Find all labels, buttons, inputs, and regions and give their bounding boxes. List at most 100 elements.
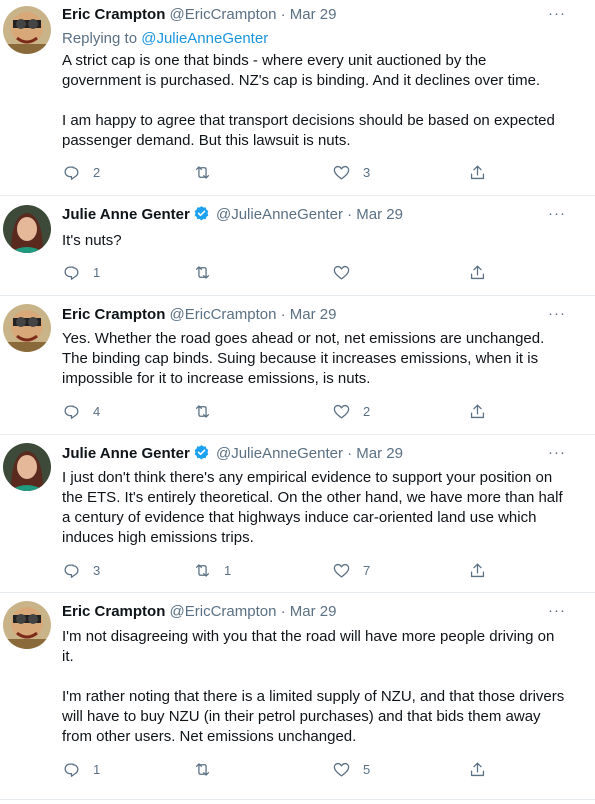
reply-icon [64,165,79,180]
separator: · [280,6,286,23]
verified-badge-icon [194,206,209,221]
author-name[interactable]: Julie Anne Genter [62,206,190,223]
reply-count: 3 [93,562,101,578]
tweet-date[interactable]: Mar 29 [356,445,403,462]
tweet-text: I just don't think there's any empirical… [62,468,567,548]
reply-button[interactable]: 1 [62,757,100,781]
reply-icon [64,563,79,578]
tweet[interactable]: Eric Crampton @EricCrampton · Mar 29 ···… [0,296,595,435]
tweet-actions: 1 [62,260,502,284]
like-button[interactable] [332,260,363,284]
tweet-paragraph: I'm rather noting that there is a limite… [62,688,565,745]
more-icon[interactable]: ··· [547,6,567,28]
tweet-paragraph: It's nuts? [62,232,122,249]
author-handle[interactable]: @EricCrampton [170,603,277,620]
tweet-actions: 1 5 [62,757,502,781]
tweet-header: Julie Anne Genter @JulieAnneGenter · Mar… [62,204,555,226]
share-icon [470,165,485,179]
share-icon [470,762,485,776]
more-icon[interactable]: ··· [547,445,567,467]
separator: · [280,306,286,323]
avatar-julie[interactable] [3,443,51,491]
like-button[interactable]: 5 [332,757,370,781]
avatar-eric[interactable] [3,6,51,54]
tweet-text: Yes. Whether the road goes ahead or not,… [62,329,567,389]
tweet-paragraph: Yes. Whether the road goes ahead or not,… [62,330,545,387]
author-handle[interactable]: @JulieAnneGenter [216,445,343,462]
retweet-button[interactable] [193,260,224,284]
tweet[interactable]: Eric Crampton @EricCrampton · Mar 29 ···… [0,0,595,196]
tweet-header: Eric Crampton @EricCrampton · Mar 29 [62,304,555,326]
author-name[interactable]: Eric Crampton [62,603,165,620]
tweet[interactable]: Eric Crampton @EricCrampton · Mar 29 ···… [0,593,595,800]
share-button[interactable] [468,260,487,284]
tweet-date[interactable]: Mar 29 [290,603,337,620]
like-count: 2 [363,403,371,419]
like-icon [333,762,350,776]
like-count: 7 [363,562,371,578]
avatar-eric[interactable] [3,601,51,649]
verified-badge-icon [194,445,209,460]
reply-button[interactable]: 3 [62,558,100,582]
tweet-paragraph: A strict cap is one that binds - where e… [62,52,541,89]
tweet-date[interactable]: Mar 29 [290,6,337,23]
like-icon [333,563,350,577]
retweet-count: 1 [224,562,232,578]
replying-label: Replying to [62,30,142,47]
more-icon[interactable]: ··· [547,306,567,328]
like-button[interactable]: 7 [332,558,370,582]
share-icon [470,265,485,279]
share-button[interactable] [468,399,487,423]
tweet-text: I'm not disagreeing with you that the ro… [62,627,567,747]
reply-count: 1 [93,761,101,777]
separator: · [280,603,286,620]
retweet-button[interactable]: 1 [193,558,231,582]
tweet-date[interactable]: Mar 29 [290,306,337,323]
tweet-paragraph: I just don't think there's any empirical… [62,469,563,546]
reply-button[interactable]: 4 [62,399,100,423]
like-icon [333,404,350,418]
tweet[interactable]: Julie Anne Genter @JulieAnneGenter · Mar… [0,435,595,593]
tweet-paragraph: I'm not disagreeing with you that the ro… [62,628,555,665]
like-button[interactable]: 3 [332,160,370,184]
like-button[interactable]: 2 [332,399,370,423]
retweet-icon [195,165,210,179]
author-handle[interactable]: @EricCrampton [170,306,277,323]
author-handle[interactable]: @EricCrampton [170,6,277,23]
replying-handle-link[interactable]: @JulieAnneGenter [141,30,268,47]
author-name[interactable]: Julie Anne Genter [62,445,190,462]
avatar-julie[interactable] [3,205,51,253]
reply-button[interactable]: 2 [62,160,100,184]
reply-count: 2 [93,164,101,180]
author-name[interactable]: Eric Crampton [62,306,165,323]
more-icon[interactable]: ··· [547,206,567,228]
retweet-button[interactable] [193,160,224,184]
reply-count: 4 [93,403,101,419]
share-button[interactable] [468,558,487,582]
tweet-header: Eric Crampton @EricCrampton · Mar 29 [62,601,555,623]
like-count: 5 [363,761,371,777]
tweet-actions: 3 1 7 [62,558,502,582]
share-button[interactable] [468,160,487,184]
more-icon[interactable]: ··· [547,603,567,625]
separator: · [347,445,353,462]
reply-button[interactable]: 1 [62,260,100,284]
tweet-text: A strict cap is one that binds - where e… [62,51,567,151]
retweet-icon [195,265,210,279]
retweet-icon [195,563,210,577]
avatar-eric[interactable] [3,304,51,352]
separator: · [347,206,353,223]
share-icon [470,563,485,577]
tweet[interactable]: Julie Anne Genter @JulieAnneGenter · Mar… [0,196,595,296]
reply-icon [64,762,79,777]
reply-count: 1 [93,264,101,280]
retweet-button[interactable] [193,757,224,781]
tweet-date[interactable]: Mar 29 [356,206,403,223]
author-handle[interactable]: @JulieAnneGenter [216,206,343,223]
author-name[interactable]: Eric Crampton [62,6,165,23]
share-icon [470,404,485,418]
tweet-actions: 4 2 [62,399,502,423]
share-button[interactable] [468,757,487,781]
like-icon [333,165,350,179]
retweet-button[interactable] [193,399,224,423]
